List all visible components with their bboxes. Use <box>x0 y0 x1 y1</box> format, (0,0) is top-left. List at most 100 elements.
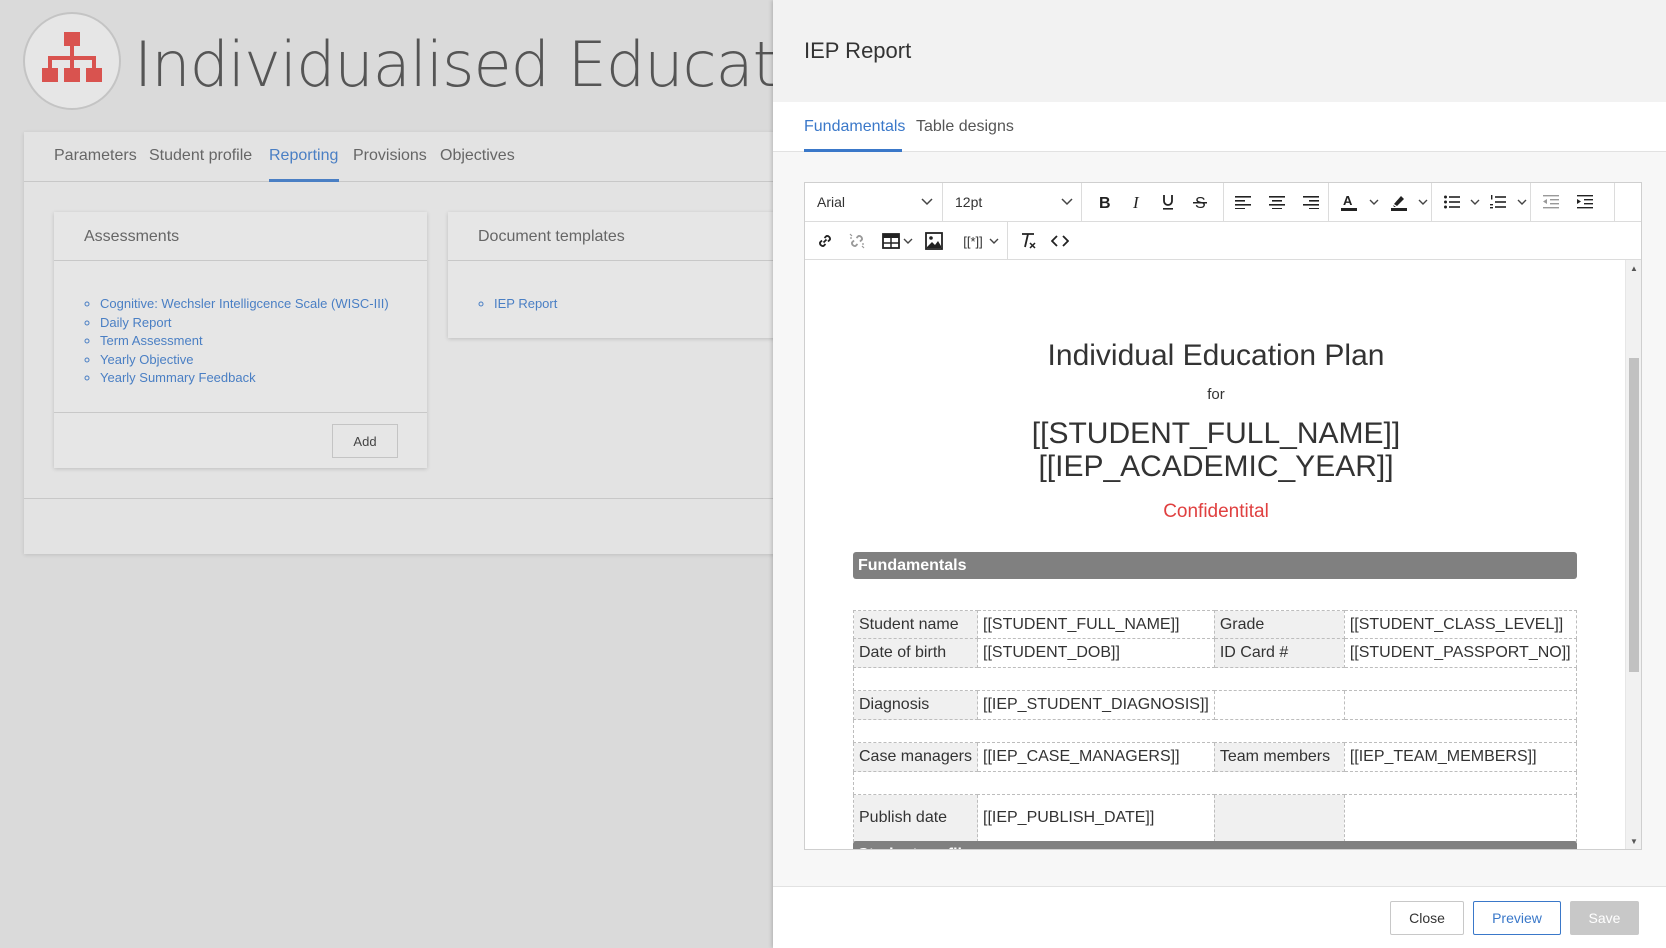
app-logo <box>23 12 121 110</box>
table-row: Student name [[STUDENT_FULL_NAME]] Grade… <box>853 610 1578 639</box>
svg-text:B: B <box>1099 195 1111 210</box>
align-center-icon <box>1269 196 1285 209</box>
table-icon <box>882 233 900 249</box>
insert-image-button[interactable] <box>918 225 950 257</box>
editor-scrollbar[interactable]: ▲ ▼ <box>1625 260 1641 849</box>
placeholder-menu-button[interactable]: [[*]] <box>953 225 993 257</box>
outdent-button[interactable] <box>1535 186 1567 218</box>
table-row: Diagnosis [[IEP_STUDENT_DIAGNOSIS]] <box>853 690 1578 720</box>
source-code-button[interactable] <box>1044 225 1076 257</box>
text-style-group: B I S <box>1082 183 1224 221</box>
divider <box>54 260 427 261</box>
team-members-label: Team members <box>1213 742 1345 772</box>
placeholder-menu-label: [[*]] <box>963 233 983 249</box>
dob-value: [[STUDENT_DOB]] <box>977 638 1215 668</box>
tab-parameters[interactable]: Parameters <box>54 147 137 165</box>
confidential-label: Confidentital <box>1163 501 1269 522</box>
empty-cell <box>1213 690 1345 720</box>
strikethrough-button[interactable]: S <box>1184 186 1216 218</box>
table-row <box>853 719 1577 743</box>
list-group <box>1432 183 1531 221</box>
rich-text-editor: Arial 12pt B I S A [[*]] Individual Educ… <box>804 182 1642 850</box>
clear-formatting-button[interactable] <box>1012 225 1044 257</box>
scroll-down-icon[interactable]: ▼ <box>1630 837 1638 846</box>
svg-text:I: I <box>1132 194 1140 210</box>
tab-table-designs[interactable]: Table designs <box>916 118 1014 136</box>
grade-value: [[STUDENT_CLASS_LEVEL]] <box>1343 610 1578 639</box>
scroll-up-icon[interactable]: ▲ <box>1630 264 1638 273</box>
text-color-button[interactable]: A <box>1333 186 1365 218</box>
assessment-link[interactable]: Yearly Summary Feedback <box>100 369 389 388</box>
case-managers-label: Case managers <box>853 742 978 772</box>
svg-text:A: A <box>1343 193 1353 208</box>
align-right-button[interactable] <box>1295 186 1327 218</box>
iep-report-drawer: IEP Report Fundamentals Table designs Ar… <box>773 0 1666 948</box>
chevron-down-icon <box>1369 199 1379 205</box>
bold-button[interactable]: B <box>1088 186 1120 218</box>
editor-toolbar-row-1: Arial 12pt B I S A <box>805 183 1641 222</box>
tab-reporting[interactable]: Reporting <box>269 147 338 165</box>
section-header-student-profile: Student profile <box>853 841 1577 849</box>
bullet-list-icon <box>1444 195 1460 209</box>
highlighter-icon <box>1391 196 1407 211</box>
image-icon <box>925 232 943 250</box>
assessment-link[interactable]: Term Assessment <box>100 332 389 351</box>
highlight-color-button[interactable] <box>1383 186 1415 218</box>
empty-cell <box>1343 690 1578 720</box>
unlink-icon <box>849 233 865 249</box>
tab-objectives[interactable]: Objectives <box>440 147 515 165</box>
table-row: Date of birth [[STUDENT_DOB]] ID Card # … <box>853 638 1578 668</box>
toolbar-divider <box>1007 222 1008 260</box>
bullet-list-button[interactable] <box>1436 186 1468 218</box>
id-card-value: [[STUDENT_PASSPORT_NO]] <box>1343 638 1578 668</box>
indent-button[interactable] <box>1569 186 1601 218</box>
main-tabs: Parameters Student profile Reporting Pro… <box>24 132 784 182</box>
editor-toolbar-row-2: [[*]] <box>805 222 1641 260</box>
numbered-list-button[interactable] <box>1482 186 1514 218</box>
active-tab-indicator <box>269 179 339 182</box>
tab-student-profile[interactable]: Student profile <box>149 147 252 165</box>
table-row <box>853 771 1577 795</box>
tab-provisions[interactable]: Provisions <box>353 147 427 165</box>
align-right-icon <box>1303 196 1319 209</box>
preview-button[interactable]: Preview <box>1473 901 1561 935</box>
italic-icon: I <box>1132 194 1140 210</box>
spacer-cell <box>853 771 1577 795</box>
numbered-list-icon <box>1490 195 1506 209</box>
student-name-value: [[STUDENT_FULL_NAME]] <box>977 610 1215 639</box>
team-members-value: [[IEP_TEAM_MEMBERS]] <box>1343 742 1578 772</box>
editor-content[interactable]: Individual Education Plan for [[STUDENT_… <box>805 260 1627 849</box>
add-assessment-button[interactable]: Add <box>332 424 398 458</box>
font-size-group: 12pt <box>943 183 1082 221</box>
align-left-button[interactable] <box>1227 186 1259 218</box>
indent-icon <box>1577 195 1593 209</box>
save-button[interactable]: Save <box>1570 901 1639 935</box>
publish-date-value: [[IEP_PUBLISH_DATE]] <box>977 794 1215 842</box>
assessment-link[interactable]: Yearly Objective <box>100 351 389 370</box>
insert-link-button[interactable] <box>809 225 841 257</box>
assessment-link[interactable]: Cognitive: Wechsler Intelligcence Scale … <box>100 295 389 314</box>
assessment-link[interactable]: Daily Report <box>100 314 389 333</box>
close-button[interactable]: Close <box>1390 901 1464 935</box>
active-tab-indicator <box>804 149 902 152</box>
italic-button[interactable]: I <box>1120 186 1152 218</box>
scrollbar-thumb[interactable] <box>1629 358 1639 672</box>
link-icon <box>819 235 831 247</box>
chevron-down-icon <box>1061 198 1073 206</box>
tab-fundamentals[interactable]: Fundamentals <box>804 118 905 136</box>
code-icon <box>1051 235 1069 247</box>
font-family-value: Arial <box>817 194 846 210</box>
table-row <box>853 667 1577 691</box>
chevron-down-icon <box>989 238 999 244</box>
assessments-card: Assessments Cognitive: Wechsler Intellig… <box>54 212 427 468</box>
underline-button[interactable] <box>1152 186 1184 218</box>
align-center-button[interactable] <box>1261 186 1293 218</box>
clear-formatting-icon <box>1022 233 1036 249</box>
doc-for-text: for <box>1207 386 1225 403</box>
drawer-footer: Close Preview Save <box>773 886 1666 948</box>
chevron-down-icon <box>1418 199 1428 205</box>
template-link-iep-report[interactable]: IEP Report <box>494 295 557 314</box>
unlink-button[interactable] <box>841 225 873 257</box>
empty-cell <box>1343 794 1578 842</box>
divider <box>54 412 427 413</box>
